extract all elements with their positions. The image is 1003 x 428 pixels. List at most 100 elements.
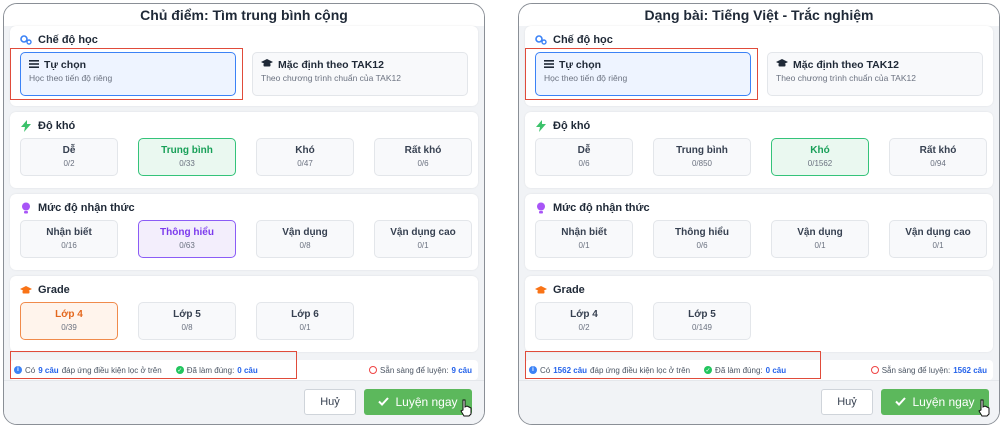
section-heading: Độ khó bbox=[535, 118, 590, 134]
grade-option-6[interactable]: Lớp 6 0/1 bbox=[256, 302, 354, 340]
section-heading: Mức độ nhận thức bbox=[535, 200, 650, 216]
option-count: 0/1 bbox=[417, 241, 429, 250]
cognition-option-understand[interactable]: Thông hiểu 0/63 bbox=[138, 220, 236, 258]
difficulty-option-medium[interactable]: Trung bình 0/850 bbox=[653, 138, 751, 176]
option-name: Lớp 4 bbox=[570, 309, 598, 320]
cognition-option-advanced-apply[interactable]: Vận dụng cao 0/1 bbox=[889, 220, 987, 258]
highlight-box-filter bbox=[525, 351, 821, 379]
dialog-footer: Huỷ Luyện ngay bbox=[4, 380, 484, 424]
hand-cursor-icon bbox=[459, 399, 473, 417]
grade-option-5[interactable]: Lớp 5 0/8 bbox=[138, 302, 236, 340]
cognition-option-recognize[interactable]: Nhận biết 0/1 bbox=[535, 220, 633, 258]
difficulty-option-hard[interactable]: Khó 0/1562 bbox=[771, 138, 869, 176]
cognition-option-advanced-apply[interactable]: Vận dụng cao 0/1 bbox=[374, 220, 472, 258]
option-count: 0/850 bbox=[691, 159, 713, 168]
cognition-option-apply[interactable]: Vận dụng 0/8 bbox=[256, 220, 354, 258]
option-count: 0/39 bbox=[61, 323, 77, 332]
mode-option-title: Mặc định theo TAK12 bbox=[278, 59, 384, 71]
option-count: 0/1 bbox=[932, 241, 944, 250]
cognition-level-section: Mức độ nhận thức Nhận biết 0/1 Thông hiể… bbox=[525, 194, 993, 270]
option-count: 0/1562 bbox=[807, 159, 833, 168]
option-count: 0/6 bbox=[696, 241, 708, 250]
practice-now-label: Luyện ngay bbox=[395, 395, 458, 409]
section-heading-label: Độ khó bbox=[553, 120, 591, 132]
option-name: Lớp 6 bbox=[291, 309, 319, 320]
graduation-cap-icon bbox=[261, 59, 273, 71]
difficulty-option-hard[interactable]: Khó 0/47 bbox=[256, 138, 354, 176]
cancel-button[interactable]: Huỷ bbox=[304, 389, 356, 415]
practice-dialog-right: Dạng bài: Tiếng Việt - Trắc nghiệm Chế đ… bbox=[518, 3, 1000, 425]
section-heading: Grade bbox=[535, 282, 585, 298]
dialog-title: Chủ điểm: Tìm trung bình cộng bbox=[4, 4, 484, 26]
section-heading: Mức độ nhận thức bbox=[20, 200, 135, 216]
mode-option-default[interactable]: Mặc định theo TAK12 Theo chương trình ch… bbox=[252, 52, 468, 96]
ready-count: Sẵn sàng để luyện: 1562 câu bbox=[870, 365, 987, 375]
option-name: Trung bình bbox=[161, 145, 213, 156]
lightbulb-icon bbox=[20, 202, 32, 214]
lightning-icon bbox=[20, 120, 32, 132]
option-name: Vận dụng cao bbox=[905, 227, 971, 238]
difficulty-option-very-hard[interactable]: Rất khó 0/94 bbox=[889, 138, 987, 176]
section-heading: Chế độ học bbox=[20, 32, 98, 48]
section-heading-label: Chế độ học bbox=[38, 34, 98, 46]
highlight-box-mode bbox=[525, 48, 758, 100]
option-name: Nhận biết bbox=[561, 227, 607, 238]
option-name: Khó bbox=[295, 145, 315, 156]
option-name: Vận dụng bbox=[282, 227, 328, 238]
difficulty-option-medium[interactable]: Trung bình 0/33 bbox=[138, 138, 236, 176]
difficulty-section: Độ khó Dễ 0/2 Trung bình 0/33 Khó 0/47 R… bbox=[10, 112, 478, 188]
option-count: 0/149 bbox=[691, 323, 713, 332]
option-name: Vận dụng cao bbox=[390, 227, 456, 238]
mode-option-default[interactable]: Mặc định theo TAK12 Theo chương trình ch… bbox=[767, 52, 983, 96]
lightning-icon bbox=[535, 120, 547, 132]
option-count: 0/6 bbox=[578, 159, 590, 168]
difficulty-section: Độ khó Dễ 0/6 Trung bình 0/850 Khó 0/156… bbox=[525, 112, 993, 188]
practice-now-button[interactable]: Luyện ngay bbox=[364, 389, 472, 415]
lightbulb-icon bbox=[535, 202, 547, 214]
ready-count: Sẵn sàng để luyện: 9 câu bbox=[369, 366, 472, 375]
graduation-cap-icon bbox=[20, 284, 32, 296]
section-heading: Grade bbox=[20, 282, 70, 298]
dialog-title: Dạng bài: Tiếng Việt - Trắc nghiệm bbox=[519, 4, 999, 26]
section-heading-label: Chế độ học bbox=[553, 34, 613, 46]
check-icon bbox=[378, 395, 390, 409]
difficulty-option-easy[interactable]: Dễ 0/2 bbox=[20, 138, 118, 176]
option-count: 0/63 bbox=[179, 241, 195, 250]
option-name: Trung bình bbox=[676, 145, 728, 156]
section-heading: Độ khó bbox=[20, 118, 75, 134]
cancel-button[interactable]: Huỷ bbox=[821, 389, 873, 415]
grade-section: Grade Lớp 4 0/39 Lớp 5 0/8 Lớp 6 0/1 bbox=[10, 276, 478, 352]
section-heading-label: Mức độ nhận thức bbox=[38, 202, 135, 214]
dialog-footer: Huỷ Luyện ngay bbox=[519, 380, 999, 424]
ready-value: 1562 câu bbox=[953, 365, 987, 375]
option-name: Thông hiểu bbox=[160, 227, 214, 238]
option-name: Rất khó bbox=[404, 145, 442, 156]
option-count: 0/16 bbox=[61, 241, 77, 250]
cognition-option-apply[interactable]: Vận dụng 0/1 bbox=[771, 220, 869, 258]
cognition-option-understand[interactable]: Thông hiểu 0/6 bbox=[653, 220, 751, 258]
highlight-box-mode bbox=[10, 48, 243, 100]
grade-option-4[interactable]: Lớp 4 0/39 bbox=[20, 302, 118, 340]
option-count: 0/1 bbox=[299, 323, 311, 332]
option-name: Lớp 5 bbox=[173, 309, 201, 320]
practice-dialog-left: Chủ điểm: Tìm trung bình cộng Chế độ học… bbox=[3, 3, 485, 425]
ready-label: Sẵn sàng để luyện: bbox=[380, 365, 449, 375]
option-count: 0/1 bbox=[578, 241, 590, 250]
option-name: Dễ bbox=[62, 145, 76, 156]
option-count: 0/8 bbox=[299, 241, 311, 250]
grade-option-4[interactable]: Lớp 4 0/2 bbox=[535, 302, 633, 340]
cognition-level-section: Mức độ nhận thức Nhận biết 0/16 Thông hi… bbox=[10, 194, 478, 270]
cognition-option-recognize[interactable]: Nhận biết 0/16 bbox=[20, 220, 118, 258]
mode-option-subtitle: Theo chương trình chuẩn của TAK12 bbox=[261, 73, 401, 83]
option-count: 0/2 bbox=[578, 323, 590, 332]
ready-value: 9 câu bbox=[451, 365, 472, 375]
difficulty-option-easy[interactable]: Dễ 0/6 bbox=[535, 138, 633, 176]
section-heading-label: Mức độ nhận thức bbox=[553, 202, 650, 214]
graduation-cap-icon bbox=[535, 284, 547, 296]
difficulty-option-very-hard[interactable]: Rất khó 0/6 bbox=[374, 138, 472, 176]
section-heading-label: Grade bbox=[38, 284, 70, 296]
hand-cursor-icon bbox=[977, 399, 991, 417]
option-count: 0/6 bbox=[417, 159, 429, 168]
practice-now-button[interactable]: Luyện ngay bbox=[881, 389, 989, 415]
grade-option-5[interactable]: Lớp 5 0/149 bbox=[653, 302, 751, 340]
